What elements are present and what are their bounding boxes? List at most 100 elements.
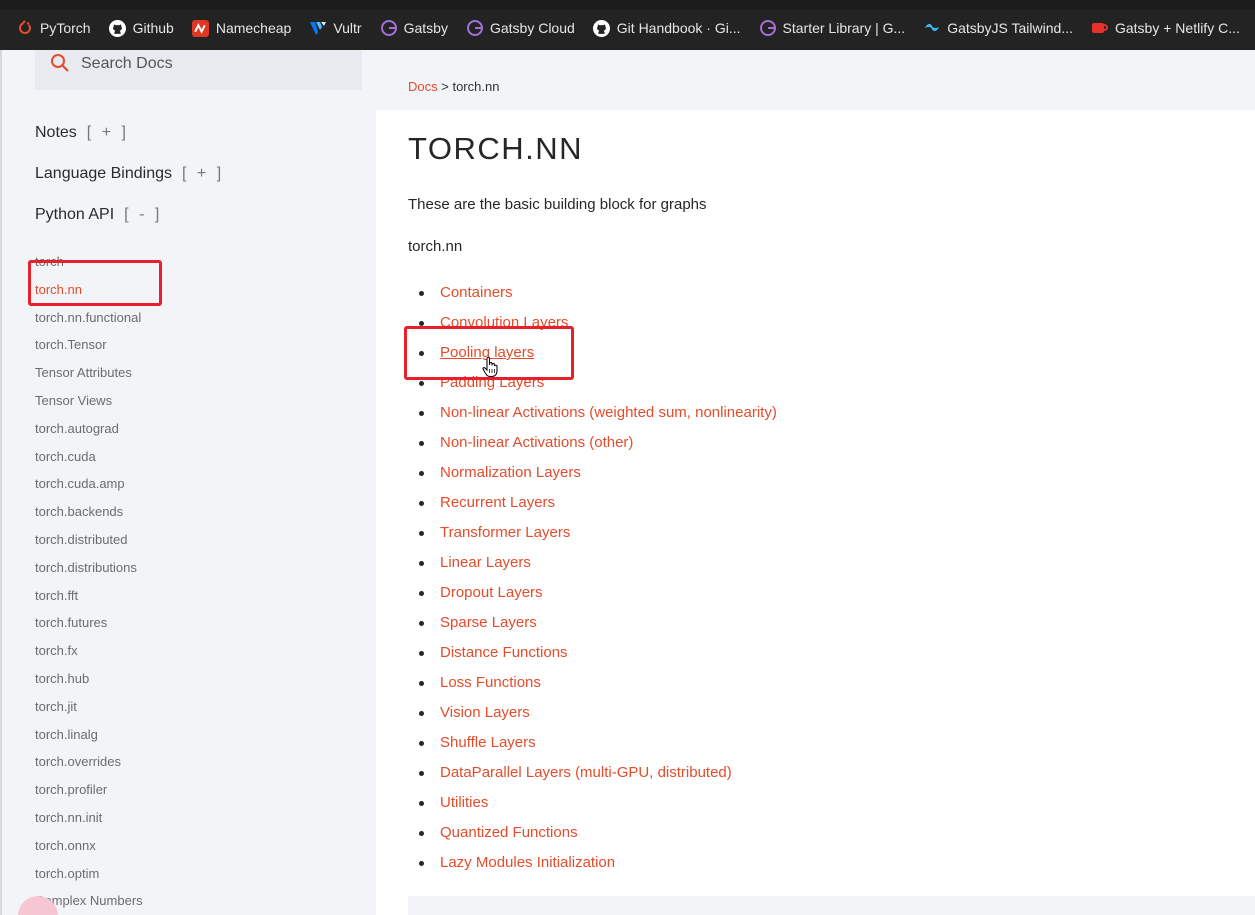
sidebar-item-torch-nn-functional[interactable]: torch.nn.functional [35, 304, 143, 332]
intro-text: These are the basic building block for g… [408, 196, 707, 213]
breadcrumb-separator: > [441, 79, 449, 94]
search-input[interactable]: Search Docs [35, 50, 362, 90]
sidebar-item-torch-fft[interactable]: torch.fft [35, 582, 143, 610]
search-placeholder: Search Docs [81, 55, 173, 72]
bookmark-label: Gatsby [403, 20, 448, 36]
python-api-list: torch torch.nn torch.nn.functional torch.Te… [35, 248, 143, 915]
sidebar-item-torch-nn-init[interactable]: torch.nn.init [35, 804, 143, 832]
footer-strip [408, 896, 1255, 915]
sidebar-item-torch-distributed[interactable]: torch.distributed [35, 526, 143, 554]
page-title: TORCH.NN [408, 131, 584, 166]
link-distance-functions[interactable]: Distance Functions [408, 638, 777, 668]
link-vision-layers[interactable]: Vision Layers [408, 698, 777, 728]
pytorch-icon [16, 19, 34, 37]
section-label: Notes [35, 124, 77, 141]
sidebar-item-torch-cuda[interactable]: torch.cuda [35, 443, 143, 471]
link-lazy-modules-initialization[interactable]: Lazy Modules Initialization [408, 848, 777, 878]
main-content: Docs > torch.nn TORCH.NN These are the b… [376, 50, 1255, 915]
search-icon [51, 54, 69, 72]
bookmark-github[interactable]: Github [109, 19, 174, 37]
link-label: Distance Functions [440, 644, 568, 661]
sidebar-item-torch-autograd[interactable]: torch.autograd [35, 415, 143, 443]
bookmark-gatsby[interactable]: Gatsby [380, 19, 448, 37]
bookmark-git-handbook[interactable]: Git Handbook · Gi... [593, 19, 741, 37]
link-label: DataParallel Layers (multi-GPU, distribu… [440, 764, 732, 781]
docs-sidebar: Search Docs Notes [ + ] Language Bindings… [0, 50, 376, 915]
namecheap-icon [192, 19, 210, 37]
sidebar-item-torch-tensor[interactable]: torch.Tensor [35, 331, 143, 359]
link-dataparallel-layers-multi-gpu-distributed[interactable]: DataParallel Layers (multi-GPU, distribu… [408, 758, 777, 788]
link-label: Non-linear Activations (weighted sum, no… [440, 404, 777, 421]
breadcrumb-docs-link[interactable]: Docs [408, 79, 438, 94]
expand-toggle[interactable]: [ + ] [87, 124, 129, 141]
sidebar-item-torch-profiler[interactable]: torch.profiler [35, 776, 143, 804]
github-icon [109, 19, 127, 37]
gatsby-icon [759, 19, 777, 37]
link-recurrent-layers[interactable]: Recurrent Layers [408, 488, 777, 518]
expand-toggle[interactable]: [ + ] [182, 165, 224, 182]
bookmark-label: Gatsby Cloud [489, 20, 575, 36]
bookmark-pytorch[interactable]: PyTorch [16, 19, 91, 37]
github-icon [593, 19, 611, 37]
sidebar-item-torch-futures[interactable]: torch.futures [35, 609, 143, 637]
sidebar-section-python-api[interactable]: Python API [ - ] [35, 206, 162, 224]
link-loss-functions[interactable]: Loss Functions [408, 668, 777, 698]
sidebar-item-torch-overrides[interactable]: torch.overrides [35, 748, 143, 776]
link-utilities[interactable]: Utilities [408, 788, 777, 818]
gatsby-icon [380, 19, 398, 37]
sidebar-item-torch-onnx[interactable]: torch.onnx [35, 832, 143, 860]
breadcrumb: Docs > torch.nn [408, 79, 499, 94]
bookmark-label: GatsbyJS Tailwind... [947, 20, 1073, 36]
sidebar-item-torch-jit[interactable]: torch.jit [35, 693, 143, 721]
section-label: Python API [35, 206, 115, 223]
gatsby-icon [466, 19, 484, 37]
link-label: Shuffle Layers [440, 734, 536, 751]
sidebar-item-tensor-views[interactable]: Tensor Views [35, 387, 143, 415]
link-shuffle-layers[interactable]: Shuffle Layers [408, 728, 777, 758]
sidebar-item-torch-hub[interactable]: torch.hub [35, 665, 143, 693]
link-dropout-layers[interactable]: Dropout Layers [408, 578, 777, 608]
bookmark-starter-library[interactable]: Starter Library | G... [759, 19, 905, 37]
bookmarks-bar: PyTorch Github Namecheap Vultr Gatsby Ga… [0, 0, 1255, 50]
link-label: Non-linear Activations (other) [440, 434, 634, 451]
sidebar-section-language-bindings[interactable]: Language Bindings [ + ] [35, 165, 224, 183]
section-label: Language Bindings [35, 165, 173, 182]
bookmark-vultr[interactable]: Vultr [309, 19, 362, 37]
sidebar-item-torch-distributions[interactable]: torch.distributions [35, 554, 143, 582]
bookmark-label: Gatsby + Netlify C... [1114, 20, 1240, 36]
link-label: Lazy Modules Initialization [440, 854, 616, 871]
sidebar-item-torch-fx[interactable]: torch.fx [35, 637, 143, 665]
collapse-toggle[interactable]: [ - ] [124, 206, 162, 223]
tab-strip [0, 0, 1255, 10]
link-non-linear-activations-weighted-sum-nonlinearity[interactable]: Non-linear Activations (weighted sum, no… [408, 398, 777, 428]
bookmark-gatsby-tailwind[interactable]: GatsbyJS Tailwind... [923, 19, 1073, 37]
bookmark-namecheap[interactable]: Namecheap [192, 19, 291, 37]
sidebar-item-torch-optim[interactable]: torch.optim [35, 860, 143, 888]
hand-cursor-icon [482, 356, 498, 378]
link-label: Sparse Layers [440, 614, 537, 631]
link-label: Dropout Layers [440, 584, 543, 601]
sidebar-section-notes[interactable]: Notes [ + ] [35, 124, 129, 142]
link-sparse-layers[interactable]: Sparse Layers [408, 608, 777, 638]
link-normalization-layers[interactable]: Normalization Layers [408, 458, 777, 488]
link-label: Recurrent Layers [440, 494, 556, 511]
link-label: Containers [440, 284, 513, 301]
sidebar-item-torch-linalg[interactable]: torch.linalg [35, 721, 143, 749]
link-containers[interactable]: Containers [408, 278, 777, 308]
sidebar-item-torch-cuda-amp[interactable]: torch.cuda.amp [35, 470, 143, 498]
sidebar-item-torch-backends[interactable]: torch.backends [35, 498, 143, 526]
link-quantized-functions[interactable]: Quantized Functions [408, 818, 777, 848]
bookmark-gatsby-netlify[interactable]: Gatsby + Netlify C... [1091, 19, 1240, 37]
link-label: Linear Layers [440, 554, 531, 571]
link-label: Normalization Layers [440, 464, 581, 481]
link-non-linear-activations-other[interactable]: Non-linear Activations (other) [408, 428, 777, 458]
sidebar-item-tensor-attributes[interactable]: Tensor Attributes [35, 359, 143, 387]
bookmark-label: Vultr [333, 20, 362, 36]
link-transformer-layers[interactable]: Transformer Layers [408, 518, 777, 548]
breadcrumb-current: torch.nn [452, 79, 500, 94]
link-linear-layers[interactable]: Linear Layers [408, 548, 777, 578]
breadcrumb-bar: Docs > torch.nn [376, 50, 1255, 110]
bookmark-gatsby-cloud[interactable]: Gatsby Cloud [466, 19, 575, 37]
module-label: torch.nn [408, 238, 463, 255]
link-label: Loss Functions [440, 674, 541, 691]
